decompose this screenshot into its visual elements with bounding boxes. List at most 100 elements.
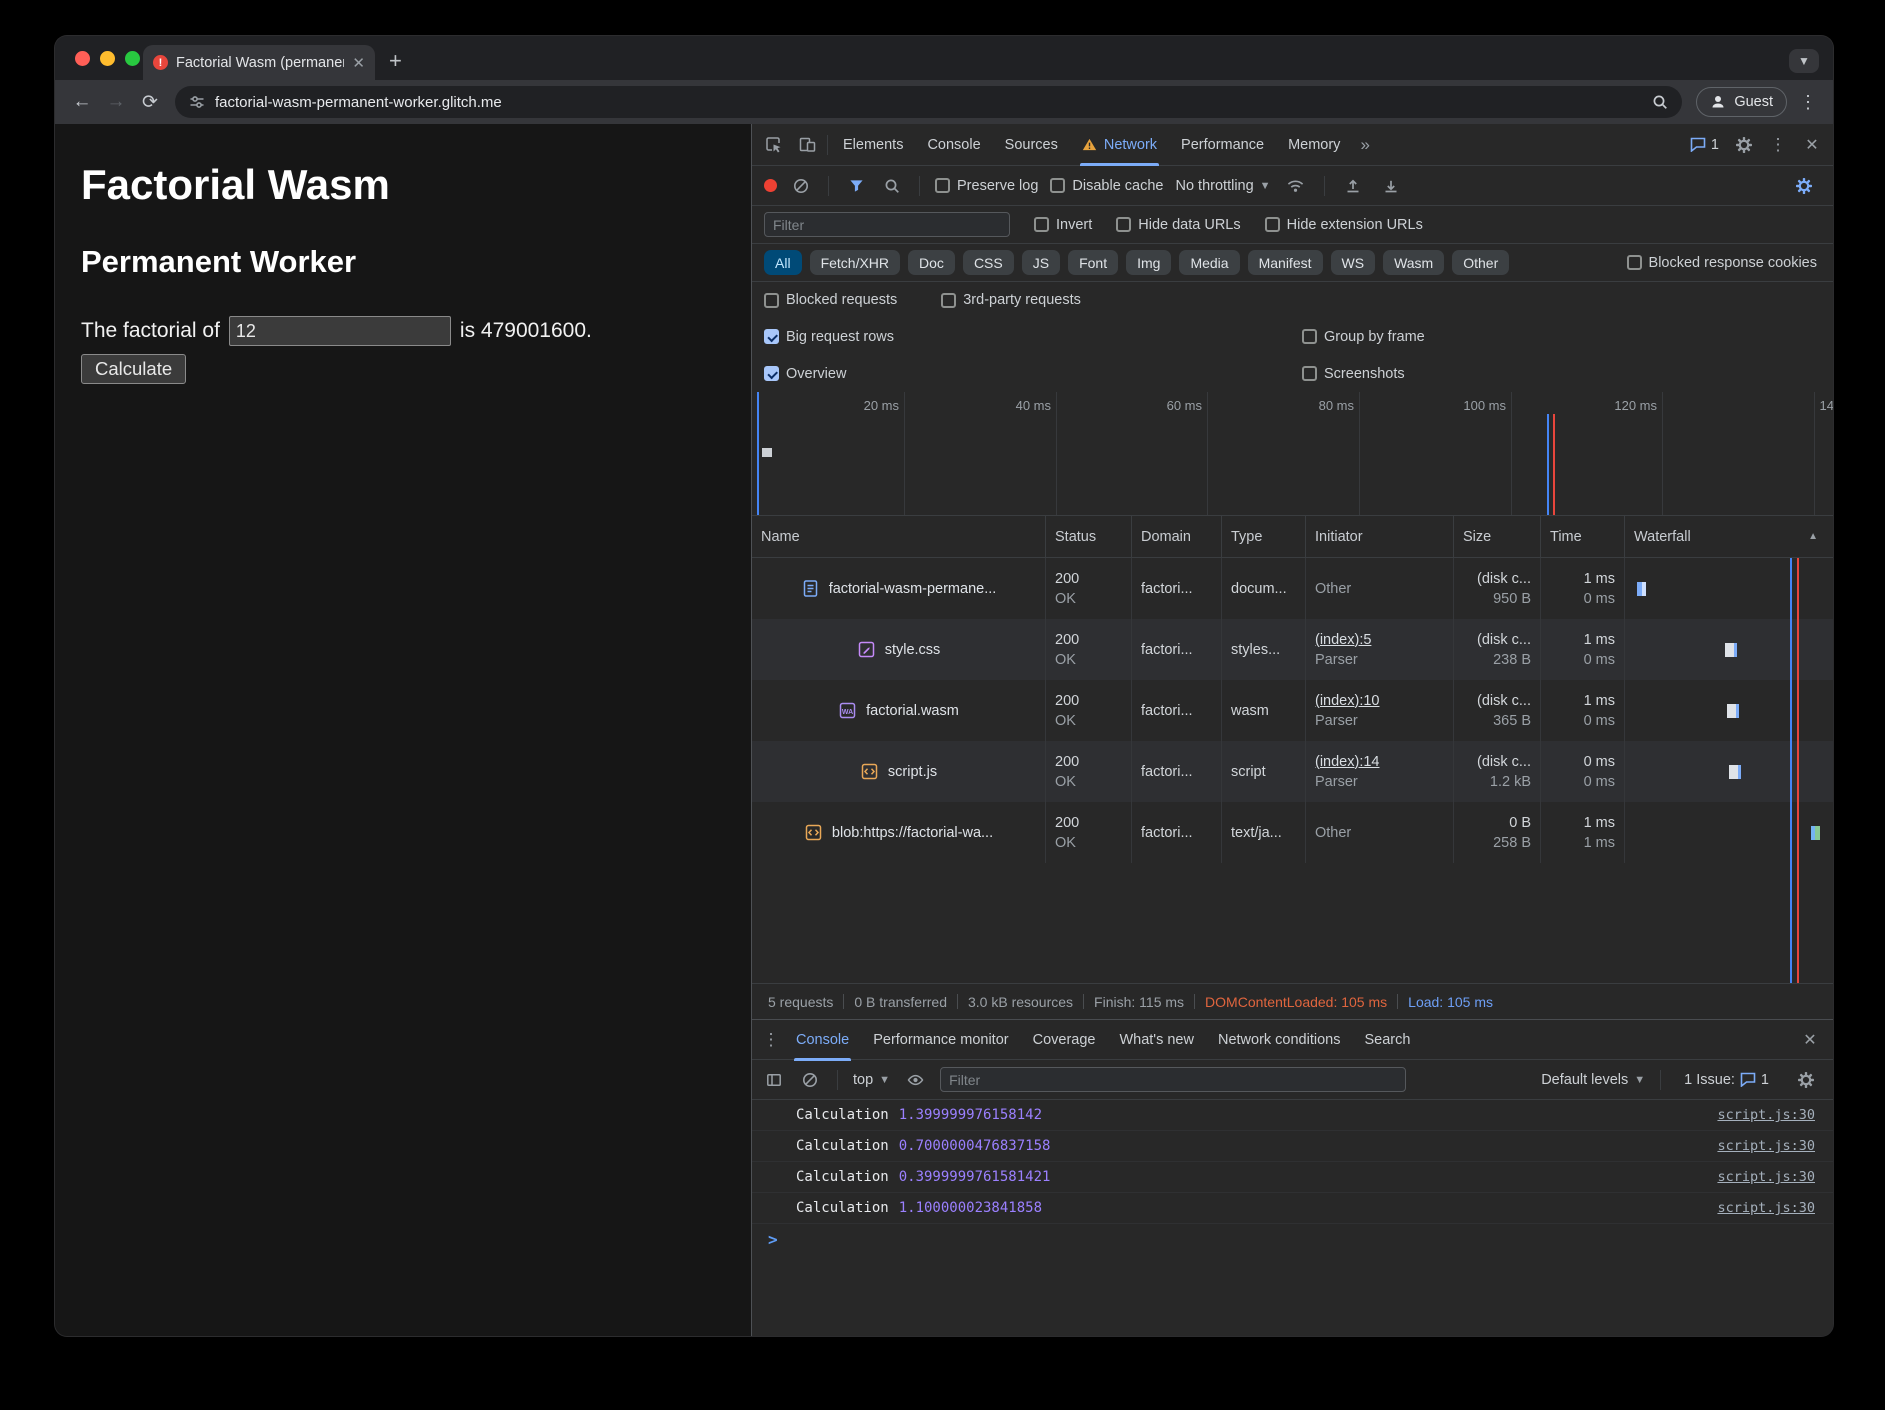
network-filter-input[interactable]	[764, 212, 1010, 237]
disable-cache-checkbox[interactable]: Disable cache	[1050, 178, 1163, 194]
drawer-menu-icon[interactable]: ⋮	[758, 1023, 784, 1057]
more-tabs-icon[interactable]: »	[1352, 135, 1377, 155]
network-settings-gear-icon[interactable]	[1787, 169, 1821, 203]
back-button[interactable]: ←	[65, 85, 99, 119]
execution-context-dropdown[interactable]: top ▼	[853, 1072, 890, 1088]
chip-all[interactable]: All	[764, 250, 802, 275]
console-message[interactable]: Calculation 1.100000023841858 script.js:…	[752, 1193, 1833, 1224]
console-settings-icon[interactable]	[1789, 1063, 1823, 1097]
message-source-link[interactable]: script.js:30	[1717, 1107, 1815, 1123]
calculate-button[interactable]: Calculate	[81, 354, 186, 384]
table-row[interactable]: script.js 200OK factori... script (index…	[752, 741, 1833, 802]
forward-button[interactable]: →	[99, 85, 133, 119]
tab-search-button[interactable]: ▼	[1789, 49, 1819, 73]
tab-memory[interactable]: Memory	[1276, 124, 1352, 166]
issues-counter[interactable]: 1	[1682, 137, 1727, 153]
message-source-link[interactable]: script.js:30	[1717, 1200, 1815, 1216]
filter-icon[interactable]	[844, 169, 868, 203]
initiator-link[interactable]: (index):5	[1315, 630, 1444, 650]
tab-performance[interactable]: Performance	[1169, 124, 1276, 166]
network-overview-timeline[interactable]: 20 ms 40 ms 60 ms 80 ms 100 ms 120 ms 14	[752, 392, 1833, 516]
clear-console-icon[interactable]	[798, 1063, 822, 1097]
factorial-input[interactable]	[229, 316, 451, 346]
initiator-link[interactable]: (index):14	[1315, 752, 1444, 772]
console-issues-counter[interactable]: 1 Issue: 1	[1676, 1072, 1777, 1088]
blocked-requests-checkbox[interactable]: Blocked requests	[764, 292, 897, 308]
clear-icon[interactable]	[789, 169, 813, 203]
profile-chip[interactable]: Guest	[1696, 87, 1787, 117]
table-row[interactable]: style.css 200OK factori... styles... (in…	[752, 619, 1833, 680]
chip-ws[interactable]: WS	[1331, 250, 1376, 275]
console-message[interactable]: Calculation 0.3999999761581421 script.js…	[752, 1162, 1833, 1193]
reload-button[interactable]: ⟳	[133, 85, 167, 119]
browser-tab[interactable]: ! Factorial Wasm (permanent W ✕	[143, 45, 375, 80]
hide-extension-urls-checkbox[interactable]: Hide extension URLs	[1265, 217, 1423, 233]
network-conditions-icon[interactable]	[1283, 169, 1309, 203]
console-prompt[interactable]: >	[752, 1224, 1833, 1255]
preserve-log-checkbox[interactable]: Preserve log	[935, 178, 1038, 194]
device-toolbar-icon[interactable]	[790, 128, 824, 162]
column-header-status[interactable]: Status	[1046, 516, 1132, 557]
column-header-domain[interactable]: Domain	[1132, 516, 1222, 557]
chip-js[interactable]: JS	[1022, 250, 1060, 275]
site-settings-icon[interactable]	[189, 94, 205, 110]
maximize-window-button[interactable]	[125, 51, 140, 66]
tab-sources[interactable]: Sources	[993, 124, 1070, 166]
live-expression-eye-icon[interactable]	[902, 1063, 928, 1097]
drawer-tab-whats-new[interactable]: What's new	[1107, 1019, 1206, 1061]
chip-media[interactable]: Media	[1179, 250, 1239, 275]
chip-other[interactable]: Other	[1452, 250, 1509, 275]
third-party-requests-checkbox[interactable]: 3rd-party requests	[941, 292, 1081, 308]
minimize-window-button[interactable]	[100, 51, 115, 66]
chip-css[interactable]: CSS	[963, 250, 1014, 275]
tab-close-icon[interactable]: ✕	[352, 54, 365, 72]
console-sidebar-icon[interactable]	[762, 1063, 786, 1097]
tab-network[interactable]: Network	[1070, 124, 1169, 166]
big-request-rows-checkbox[interactable]: Big request rows	[764, 329, 894, 345]
drawer-tab-search[interactable]: Search	[1352, 1019, 1422, 1061]
group-by-frame-checkbox[interactable]: Group by frame	[1302, 329, 1425, 345]
screenshots-checkbox[interactable]: Screenshots	[1302, 366, 1405, 382]
console-message[interactable]: Calculation 1.399999976158142 script.js:…	[752, 1100, 1833, 1131]
chip-wasm[interactable]: Wasm	[1383, 250, 1444, 275]
devtools-menu-icon[interactable]: ⋮	[1761, 128, 1795, 162]
throttling-dropdown[interactable]: No throttling ▼	[1175, 178, 1270, 194]
import-har-icon[interactable]	[1340, 169, 1366, 203]
log-levels-dropdown[interactable]: Default levels ▼	[1541, 1072, 1645, 1088]
devtools-close-icon[interactable]: ✕	[1795, 128, 1829, 162]
column-header-time[interactable]: Time	[1541, 516, 1625, 557]
message-source-link[interactable]: script.js:30	[1717, 1138, 1815, 1154]
chip-img[interactable]: Img	[1126, 250, 1171, 275]
column-header-name[interactable]: Name	[752, 516, 1046, 557]
zoom-icon[interactable]	[1652, 94, 1668, 110]
tab-console[interactable]: Console	[915, 124, 992, 166]
chip-fetch-xhr[interactable]: Fetch/XHR	[810, 250, 900, 275]
new-tab-button[interactable]: +	[389, 50, 402, 72]
record-button[interactable]	[764, 179, 777, 192]
console-filter-input[interactable]	[940, 1067, 1406, 1092]
chip-manifest[interactable]: Manifest	[1248, 250, 1323, 275]
inspect-element-icon[interactable]	[756, 128, 790, 162]
drawer-tab-network-conditions[interactable]: Network conditions	[1206, 1019, 1353, 1061]
table-row[interactable]: WA factorial.wasm 200OK factori... wasm …	[752, 680, 1833, 741]
message-source-link[interactable]: script.js:30	[1717, 1169, 1815, 1185]
devtools-settings-icon[interactable]	[1727, 128, 1761, 162]
tab-elements[interactable]: Elements	[831, 124, 915, 166]
drawer-close-icon[interactable]: ✕	[1793, 1023, 1827, 1057]
initiator-link[interactable]: (index):10	[1315, 691, 1444, 711]
blocked-response-cookies-checkbox[interactable]: Blocked response cookies	[1627, 255, 1817, 271]
column-header-size[interactable]: Size	[1454, 516, 1541, 557]
chip-doc[interactable]: Doc	[908, 250, 955, 275]
close-window-button[interactable]	[75, 51, 90, 66]
table-row[interactable]: factorial-wasm-permane... 200OK factori.…	[752, 558, 1833, 619]
drawer-tab-coverage[interactable]: Coverage	[1021, 1019, 1108, 1061]
drawer-tab-performance-monitor[interactable]: Performance monitor	[861, 1019, 1020, 1061]
drawer-tab-console[interactable]: Console	[784, 1019, 861, 1061]
chip-font[interactable]: Font	[1068, 250, 1118, 275]
export-har-icon[interactable]	[1378, 169, 1404, 203]
column-header-initiator[interactable]: Initiator	[1306, 516, 1454, 557]
url-bar[interactable]: factorial-wasm-permanent-worker.glitch.m…	[175, 86, 1682, 118]
column-header-type[interactable]: Type	[1222, 516, 1306, 557]
invert-checkbox[interactable]: Invert	[1034, 217, 1092, 233]
hide-data-urls-checkbox[interactable]: Hide data URLs	[1116, 217, 1240, 233]
